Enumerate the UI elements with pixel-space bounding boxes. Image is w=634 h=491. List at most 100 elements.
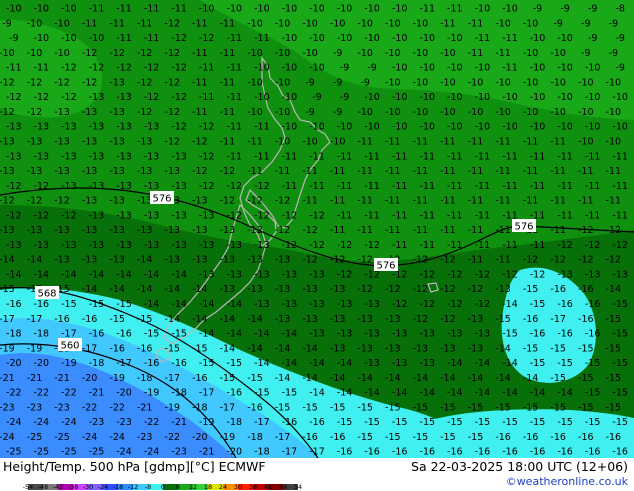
- grid-value: -11: [254, 151, 270, 162]
- grid-value: -12: [165, 107, 181, 118]
- grid-value: -15: [302, 402, 318, 413]
- grid-value: -11: [357, 137, 373, 148]
- grid-value: -11: [330, 166, 346, 177]
- grid-value: -11: [557, 210, 573, 221]
- grid-value: -12: [116, 63, 132, 74]
- grid-value: -9: [2, 18, 11, 29]
- grid-value: -10: [447, 63, 463, 74]
- grid-value: -10: [27, 18, 43, 29]
- contour-label-text: 560: [60, 341, 79, 352]
- grid-value: -11: [447, 4, 463, 15]
- grid-value: -14: [220, 314, 236, 325]
- grid-value: -15: [578, 373, 594, 384]
- grid-value: -22: [165, 432, 181, 443]
- colorbar-tick: -30: [82, 483, 94, 491]
- grid-value: -11: [420, 4, 436, 15]
- grid-value: -9: [615, 63, 624, 74]
- grid-value: -16: [6, 299, 22, 310]
- grid-value: -13: [337, 299, 353, 310]
- grid-value: -25: [34, 447, 50, 458]
- grid-value: -14: [282, 329, 298, 340]
- grid-value: -11: [475, 151, 491, 162]
- grid-value: -14: [475, 358, 491, 369]
- grid-value: -15: [612, 358, 628, 369]
- grid-value: -14: [420, 388, 436, 399]
- grid-value: -10: [440, 48, 456, 59]
- grid-value: -13: [137, 137, 153, 148]
- grid-value: -22: [109, 402, 125, 413]
- grid-value: -14: [392, 388, 408, 399]
- grid-value: -14: [557, 388, 573, 399]
- grid-value: -13: [385, 314, 401, 325]
- grid-value: -14: [137, 284, 153, 295]
- grid-value: -12: [199, 181, 215, 192]
- grid-value: -18: [89, 358, 105, 369]
- grid-value: -12: [137, 48, 153, 59]
- grid-value: -10: [440, 107, 456, 118]
- grid-value: -14: [502, 388, 518, 399]
- grid-value: -11: [220, 48, 236, 59]
- grid-value: -11: [413, 166, 429, 177]
- grid-value: -14: [254, 358, 270, 369]
- contour-label-text: 576: [376, 261, 395, 272]
- grid-value: -10: [606, 77, 622, 88]
- grid-value: -10: [557, 122, 573, 133]
- credit-link[interactable]: ©weatheronline.co.uk: [506, 475, 628, 488]
- grid-value: -12: [440, 284, 456, 295]
- grid-value: -11: [523, 166, 539, 177]
- grid-value: -13: [54, 166, 70, 177]
- grid-value: -11: [440, 137, 456, 148]
- grid-value: -18: [192, 402, 208, 413]
- grid-value: -24: [61, 417, 77, 428]
- grid-value: -13: [144, 240, 160, 251]
- grid-value: -14: [247, 314, 263, 325]
- grid-value: -13: [192, 225, 208, 236]
- grid-value: -10: [550, 107, 566, 118]
- grid-value: -13: [109, 225, 125, 236]
- grid-value: -12: [302, 225, 318, 236]
- grid-value: -10: [392, 92, 408, 103]
- grid-value: -16: [82, 314, 98, 325]
- grid-value: -14: [357, 373, 373, 384]
- grid-value: -12: [34, 92, 50, 103]
- grid-value: -12: [54, 77, 70, 88]
- contour-label-568: 568: [35, 286, 59, 300]
- grid-value: -9: [340, 63, 349, 74]
- grid-value: -15: [606, 373, 622, 384]
- grid-value: -11: [227, 63, 243, 74]
- grid-value: -11: [495, 255, 511, 266]
- grid-value: -16: [557, 299, 573, 310]
- grid-value: -10: [199, 4, 215, 15]
- grid-value: -13: [61, 181, 77, 192]
- grid-value: -14: [165, 284, 181, 295]
- grid-value: -11: [495, 166, 511, 177]
- grid-value: -10: [330, 137, 346, 148]
- grid-value: -11: [330, 225, 346, 236]
- grid-value: -12: [502, 270, 518, 281]
- grid-value: -12: [199, 33, 215, 44]
- grid-value: -12: [420, 299, 436, 310]
- grid-value: -23: [116, 417, 132, 428]
- colorbar-tick: 48: [278, 483, 288, 491]
- grid-value: -15: [171, 329, 187, 340]
- grid-value: -25: [6, 447, 22, 458]
- grid-value: -10: [606, 107, 622, 118]
- grid-value: -11: [357, 196, 373, 207]
- grid-value: -15: [585, 388, 601, 399]
- grid-value: -10: [254, 4, 270, 15]
- grid-value: -13: [585, 270, 601, 281]
- grid-value: -13: [82, 107, 98, 118]
- grid-value: -14: [475, 388, 491, 399]
- grid-value: -13: [61, 151, 77, 162]
- grid-value: -13: [220, 284, 236, 295]
- grid-value: -10: [523, 107, 539, 118]
- grid-value: -12: [440, 255, 456, 266]
- grid-value: -13: [199, 270, 215, 281]
- grid-value: -21: [54, 373, 70, 384]
- grid-value: -10: [309, 33, 325, 44]
- grid-value: -13: [247, 284, 263, 295]
- grid-value: -12: [165, 18, 181, 29]
- grid-value: -10: [357, 107, 373, 118]
- grid-value: -16: [523, 432, 539, 443]
- grid-value: -15: [606, 402, 622, 413]
